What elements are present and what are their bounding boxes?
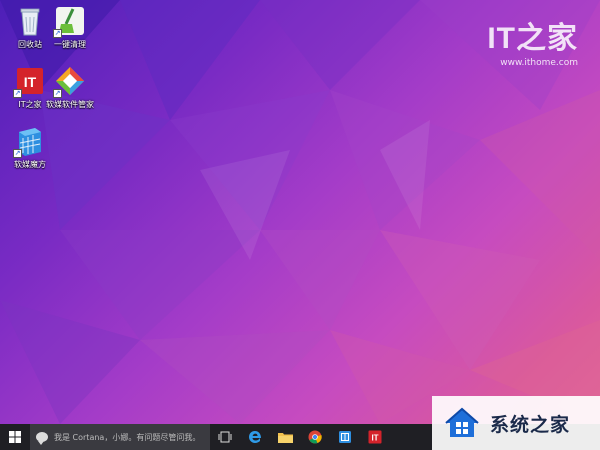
desktop-icon-one-key-clean[interactable]: ↗ 一键清理 bbox=[44, 4, 96, 50]
shortcut-arrow-icon: ↗ bbox=[13, 89, 22, 98]
desktop-icon-cube[interactable]: ↗ 软媒魔方 bbox=[4, 124, 56, 170]
svg-text:IT: IT bbox=[371, 434, 378, 443]
recycle-bin-icon bbox=[13, 4, 47, 38]
watermark-url: www.ithome.com bbox=[500, 58, 578, 68]
taskbar-cube-button[interactable] bbox=[330, 424, 360, 450]
search-placeholder: 我是 Cortana，小娜。有问题尽管问我。 bbox=[54, 432, 201, 442]
shortcut-arrow-icon: ↗ bbox=[53, 89, 62, 98]
shortcut-arrow-icon: ↗ bbox=[53, 29, 62, 38]
taskbar-ithome-button[interactable]: IT bbox=[360, 424, 390, 450]
ithome-taskbar-icon: IT bbox=[368, 430, 382, 444]
brand-name: 系统之家 bbox=[490, 413, 571, 436]
brand-badge: 系统之家 bbox=[432, 396, 600, 450]
shortcut-arrow-icon: ↗ bbox=[13, 149, 22, 158]
taskbar-explorer-button[interactable] bbox=[270, 424, 300, 450]
task-view-button[interactable] bbox=[210, 424, 240, 450]
cube-taskbar-icon bbox=[339, 431, 351, 443]
svg-text:IT: IT bbox=[24, 74, 37, 90]
cortana-search-box[interactable]: 我是 Cortana，小娜。有问题尽管问我。 bbox=[30, 424, 210, 450]
taskbar-chrome-button[interactable] bbox=[300, 424, 330, 450]
desktop[interactable]: 回收站 ↗ 一键清理 IT ↗ IT之家 ↗ 软媒软件管家 ↗ 软媒魔方 IT之… bbox=[0, 0, 600, 424]
watermark-logo: IT之家 bbox=[487, 22, 578, 55]
task-view-icon bbox=[218, 431, 232, 443]
house-logo-icon bbox=[445, 407, 479, 437]
cube-icon: ↗ bbox=[13, 124, 47, 158]
chrome-icon bbox=[308, 430, 322, 444]
desktop-icon-label: 软媒软件管家 bbox=[46, 100, 94, 109]
ithome-icon: IT ↗ bbox=[13, 64, 47, 98]
desktop-icon-label: 软媒魔方 bbox=[14, 160, 46, 169]
desktop-icon-software-manager[interactable]: ↗ 软媒软件管家 bbox=[44, 64, 96, 110]
cortana-speech-icon bbox=[36, 432, 48, 445]
taskbar-edge-button[interactable] bbox=[240, 424, 270, 450]
folder-icon bbox=[277, 433, 293, 443]
broom-clean-icon: ↗ bbox=[53, 4, 87, 38]
edge-browser-icon bbox=[249, 431, 261, 443]
windows-logo-icon bbox=[9, 431, 21, 443]
start-button[interactable] bbox=[0, 424, 30, 450]
ithome-watermark: IT之家 www.ithome.com bbox=[487, 22, 578, 69]
software-manager-icon: ↗ bbox=[53, 64, 87, 98]
desktop-icon-label: 一键清理 bbox=[54, 40, 86, 49]
